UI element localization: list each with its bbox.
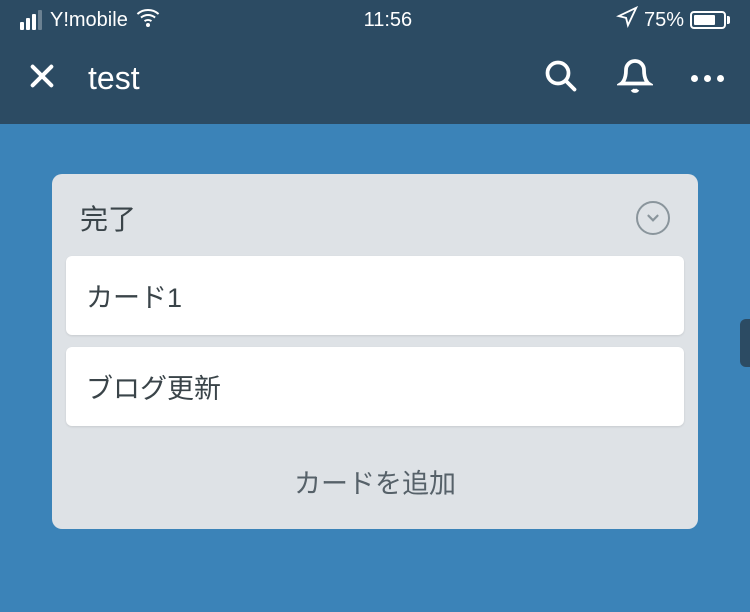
chevron-down-icon[interactable] — [636, 201, 670, 235]
location-icon — [616, 6, 638, 34]
status-time: 11:56 — [364, 9, 413, 32]
bell-icon[interactable] — [617, 58, 653, 99]
wifi-icon — [136, 5, 160, 35]
list-header: 完了 — [66, 188, 684, 256]
card[interactable]: カード1 — [66, 256, 684, 335]
card-title: カード1 — [86, 276, 664, 315]
list-title[interactable]: 完了 — [80, 198, 136, 238]
battery-percent: 75% — [644, 9, 684, 32]
carrier-label: Y!mobile — [50, 9, 128, 32]
next-list-peek[interactable] — [740, 319, 750, 367]
search-icon[interactable] — [543, 58, 579, 99]
list-container: 完了 カード1 ブログ更新 カードを追加 — [52, 174, 698, 529]
card[interactable]: ブログ更新 — [66, 347, 684, 426]
status-bar: Y!mobile 11:56 75% — [0, 0, 750, 40]
signal-bars-icon — [20, 10, 42, 30]
more-icon[interactable] — [691, 75, 724, 82]
card-title: ブログ更新 — [86, 367, 664, 406]
app-header: test — [0, 40, 750, 124]
add-card-button[interactable]: カードを追加 — [66, 438, 684, 515]
status-left: Y!mobile — [20, 5, 160, 35]
board-title[interactable]: test — [88, 60, 140, 97]
status-right: 75% — [616, 6, 730, 34]
close-icon[interactable] — [26, 60, 58, 97]
board-area: 完了 カード1 ブログ更新 カードを追加 — [0, 124, 750, 579]
battery-icon — [690, 11, 730, 29]
